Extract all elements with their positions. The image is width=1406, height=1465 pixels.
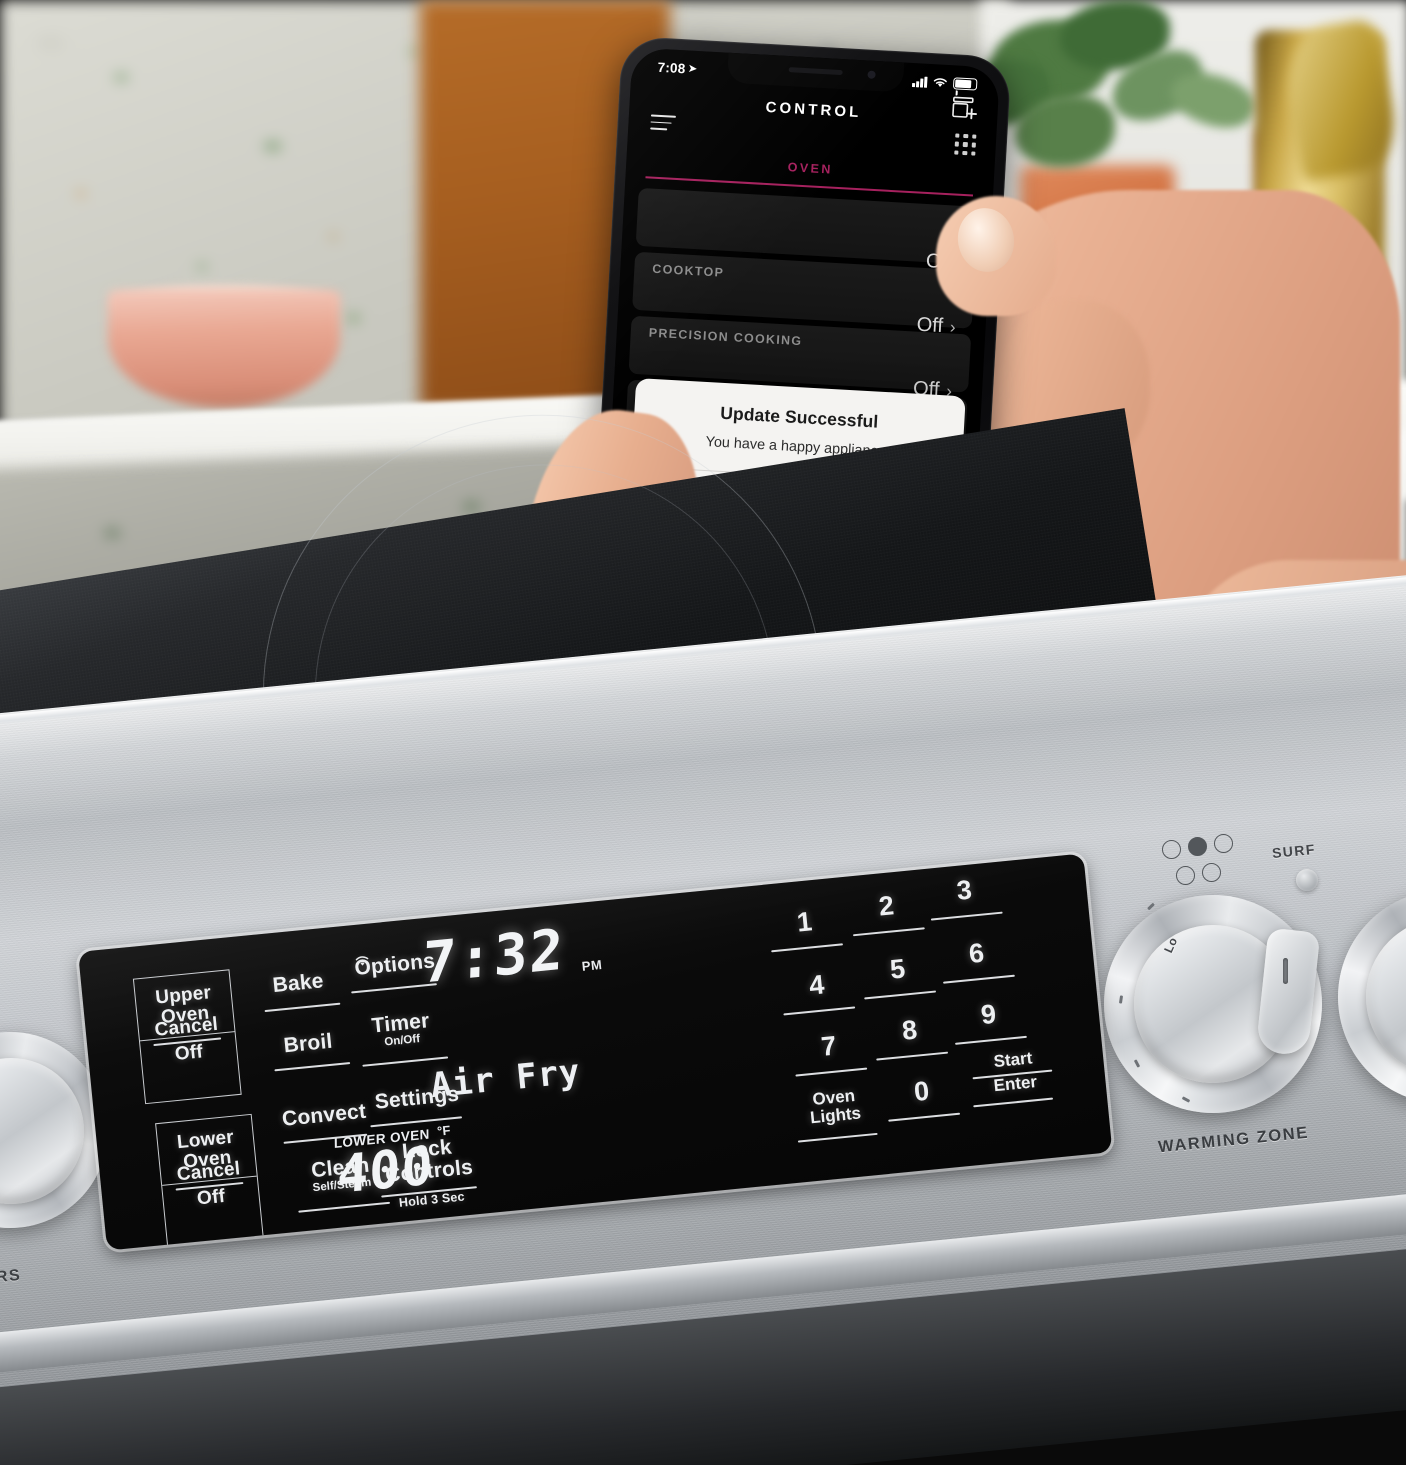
hamburger-menu-icon[interactable] [650, 114, 676, 131]
status-time: 7:08 [657, 59, 686, 76]
status-icons [912, 75, 978, 91]
list-item-label: COOKTOP [652, 261, 725, 280]
list-item-label: PRECISION COOKING [648, 325, 803, 349]
list-item[interactable]: COOKTOP Off › [632, 251, 975, 337]
grid-view-icon[interactable] [954, 133, 977, 156]
status-time-group: 7:08 ➤ [657, 59, 697, 76]
wifi-icon [933, 78, 947, 87]
screenshot-root: 7:08 ➤ CONTROL OVEN COOKTOP Off › PRECIS… [0, 0, 1406, 1465]
burners-label-clipped: RS [0, 1266, 22, 1287]
cellular-signal-icon [912, 76, 928, 88]
battery-icon [952, 77, 978, 91]
location-arrow-icon: ➤ [688, 62, 698, 75]
list-item[interactable]: Off [635, 187, 979, 273]
add-appliance-icon[interactable] [951, 95, 978, 120]
indicator-light [1296, 869, 1318, 891]
page-title: CONTROL [765, 98, 862, 122]
